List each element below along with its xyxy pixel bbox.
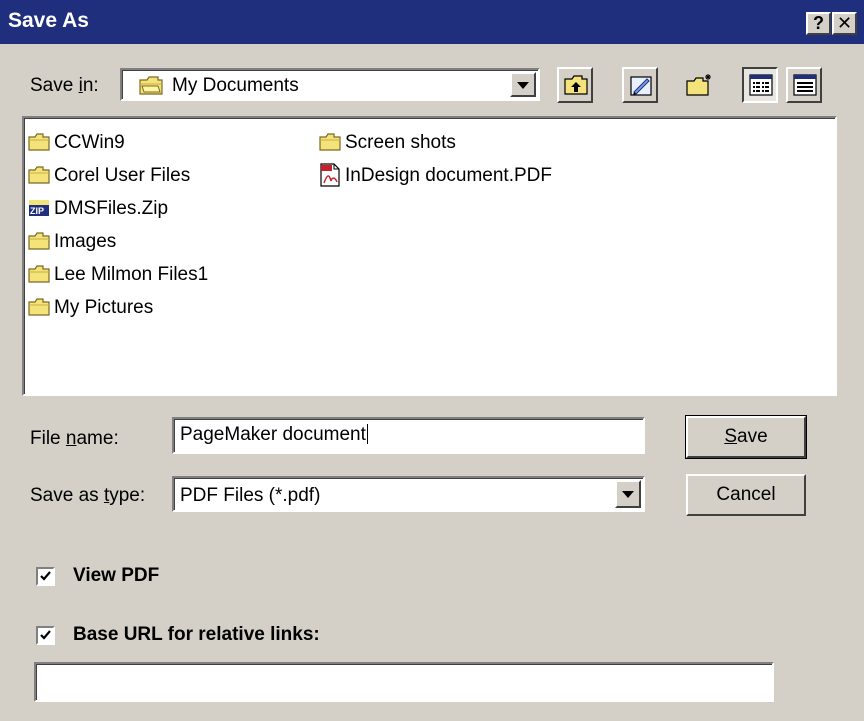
up-folder-icon — [564, 75, 588, 95]
view-pdf-checkbox[interactable] — [36, 567, 55, 586]
save-button[interactable]: Save — [685, 415, 807, 459]
view-pdf-label[interactable]: View PDF — [73, 565, 159, 587]
save-in-combo[interactable]: My Documents — [120, 68, 540, 101]
text-caret — [366, 424, 368, 444]
folder-icon — [138, 74, 164, 101]
save-in-value: My Documents — [172, 75, 299, 96]
create-new-folder-button[interactable] — [681, 67, 717, 103]
folder-icon — [28, 166, 50, 190]
folder-icon — [28, 232, 50, 256]
cancel-button[interactable]: Cancel — [686, 474, 806, 516]
title-bar: Save As ? ✕ — [0, 0, 864, 44]
base-url-checkbox[interactable] — [36, 626, 55, 645]
window-title: Save As — [8, 9, 89, 32]
desktop-icon — [630, 76, 652, 96]
folder-icon — [319, 133, 341, 157]
file-name-label: File name: — [30, 428, 119, 449]
checkmark-icon — [40, 571, 51, 581]
help-button[interactable]: ? — [806, 12, 831, 35]
save-as-type-label: Save as type: — [30, 485, 146, 506]
zip-file-icon: ZIP — [28, 199, 50, 223]
new-folder-icon — [686, 74, 711, 96]
list-view-icon — [749, 74, 773, 96]
pdf-file-icon — [319, 163, 341, 193]
folder-icon — [28, 298, 50, 322]
details-view-button[interactable] — [786, 67, 822, 103]
checkmark-icon — [40, 630, 51, 640]
folder-icon — [28, 133, 50, 157]
folder-icon — [28, 265, 50, 289]
file-name-input[interactable]: PageMaker document — [172, 417, 645, 454]
base-url-label[interactable]: Base URL for relative links: — [73, 624, 320, 646]
save-in-label: Save in: — [30, 75, 99, 96]
list-view-button[interactable] — [742, 67, 778, 103]
close-button[interactable]: ✕ — [832, 12, 857, 35]
details-view-icon — [793, 74, 817, 96]
up-one-level-button[interactable] — [557, 67, 593, 103]
base-url-input[interactable] — [34, 662, 774, 702]
save-as-type-combo[interactable]: PDF Files (*.pdf) — [172, 476, 645, 512]
save-as-type-value: PDF Files (*.pdf) — [180, 485, 321, 506]
desktop-button[interactable] — [622, 67, 658, 103]
svg-text:ZIP: ZIP — [30, 206, 44, 216]
save-as-type-dropdown-button[interactable] — [615, 480, 641, 508]
save-in-dropdown-button[interactable] — [510, 72, 536, 97]
file-list[interactable]: CCWin9 Corel User Files ZIP DMSFiles.Zip… — [22, 116, 837, 396]
